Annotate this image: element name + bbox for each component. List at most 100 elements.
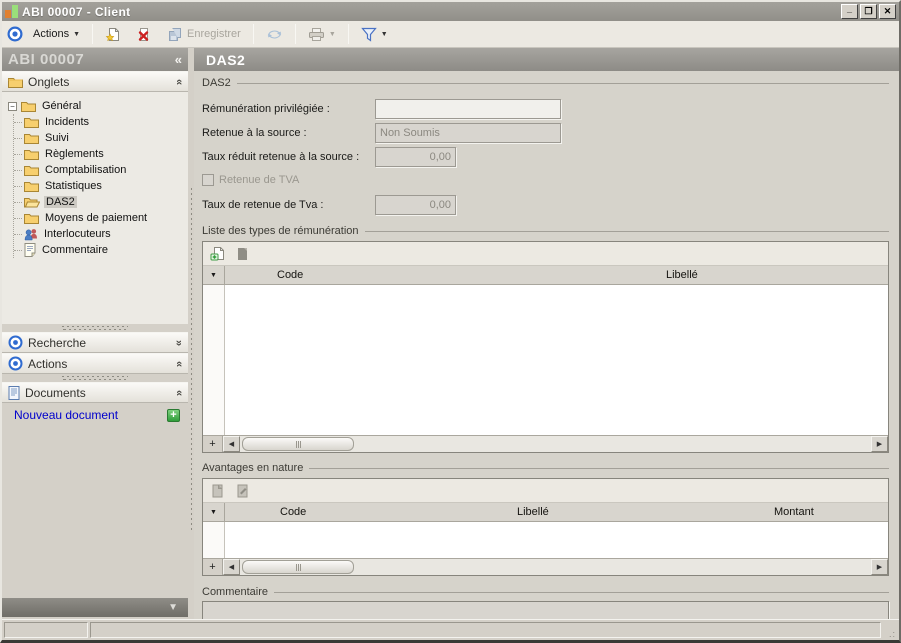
filter-button[interactable]: ▼ [355,24,394,45]
toolbar-separator [295,24,296,44]
refresh-icon [266,27,283,42]
row-selector-header[interactable]: ▼ [203,503,225,521]
scrollbar-track[interactable] [240,559,871,575]
bullseye-icon [8,335,23,350]
grid-header: ▼ Code Libellé Montant [203,503,888,522]
tree-node-general[interactable]: − Général [8,98,186,114]
tabs-tree: − Général Incidents Suivi [2,92,188,324]
tree-node-suivi[interactable]: Suivi [24,130,186,146]
panel-header-recherche[interactable]: Recherche « [2,332,188,353]
main-header: DAS2 [194,48,899,71]
panel-header-onglets[interactable]: Onglets « [2,71,188,92]
grid-body [203,522,888,558]
minimize-button[interactable]: _ [841,4,858,19]
scroll-left-button[interactable]: ◀ [223,436,240,452]
collapse-sidebar-button[interactable]: « [175,52,182,67]
grid-append-button[interactable]: + [203,559,223,575]
sidebar-footer-bar[interactable]: ▼ [2,598,188,617]
group-types-remuneration: Liste des types de rémunération [202,223,889,238]
das2-form: Rémunération privilégiée : Retenue à la … [202,90,889,223]
row-selector-header[interactable]: ▼ [203,266,225,284]
taux-tva-input[interactable] [375,195,456,215]
column-header-montant[interactable]: Montant [748,503,888,521]
tree-node-reglements[interactable]: Règlements [24,146,186,162]
avantages-grid: ▼ Code Libellé Montant + ◀ ▶ [202,478,889,576]
grid-delete-row-button[interactable] [233,245,251,263]
grid-edit-row-button-disabled[interactable] [233,482,251,500]
close-button[interactable]: ✕ [879,4,896,19]
tree-expander-icon[interactable]: − [8,102,17,111]
sidebar-splitter-handle[interactable] [2,374,188,382]
note-icon [24,243,36,257]
add-document-button[interactable]: + [167,409,180,422]
retenue-tva-checkbox[interactable] [202,174,214,186]
tree-node-commentaire[interactable]: Commentaire [24,242,186,258]
people-icon [24,228,38,241]
main-toolbar: Actions ▼ Enregistrer [2,21,899,48]
selector-arrow-icon: ▼ [210,272,217,279]
tree-node-statistiques[interactable]: Statistiques [24,178,186,194]
scrollbar-track[interactable] [240,436,871,452]
title-bar[interactable]: ABI 00007 - Client _ ❐ ✕ [2,2,899,21]
folder-open-icon [24,196,40,208]
group-das2: DAS2 [202,75,889,90]
retenue-source-label: Retenue à la source : [202,127,375,139]
column-header-code[interactable]: Code [225,266,600,284]
tree-node-comptabilisation[interactable]: Comptabilisation [24,162,186,178]
column-header-libelle[interactable]: Libellé [600,266,888,284]
remuneration-input[interactable] [375,99,561,119]
save-button[interactable]: Enregistrer [161,24,247,45]
column-header-code[interactable]: Code [225,503,468,521]
column-header-libelle[interactable]: Libellé [468,503,748,521]
delete-page-icon [136,27,152,42]
tree-node-incidents[interactable]: Incidents [24,114,186,130]
types-remuneration-grid: ▼ Code Libellé + ◀ ▶ [202,241,889,453]
sidebar-header: ABI 00007 « [2,48,188,71]
document-icon [8,386,20,400]
panel-header-documents[interactable]: Documents « [2,382,188,403]
grid-append-button[interactable]: + [203,436,223,452]
chevron-down-icon: ▼ [168,602,178,613]
grid-header: ▼ Code Libellé [203,266,888,285]
refresh-button[interactable] [260,24,289,45]
new-record-button[interactable] [99,24,127,45]
sidebar-filler [2,425,188,598]
scroll-right-button[interactable]: ▶ [871,559,888,575]
folder-icon [21,100,36,112]
scrollbar-thumb[interactable] [242,437,354,451]
page-title: DAS2 [206,52,245,68]
sidebar: ABI 00007 « Onglets « − Général [2,48,188,619]
grid-add-row-button-disabled[interactable] [208,482,226,500]
panel-header-actions[interactable]: Actions « [2,353,188,374]
scroll-right-button[interactable]: ▶ [871,436,888,452]
tree-node-das2[interactable]: DAS2 [24,194,186,210]
tree-node-moyens-de-paiement[interactable]: Moyens de paiement [24,210,186,226]
grid-add-row-button[interactable] [208,245,226,263]
status-panel-left [4,622,88,638]
new-document-link[interactable]: Nouveau document [14,408,167,422]
tree-node-label: Général [40,100,83,112]
bullseye-icon [6,25,24,43]
grid-toolbar [203,479,888,503]
resize-grip[interactable]: .: [883,622,897,638]
delete-record-button[interactable] [130,24,158,45]
actions-menu-button[interactable]: Actions ▼ [27,25,86,43]
retenue-tva-row: Retenue de TVA [202,171,889,189]
window-title: ABI 00007 - Client [22,5,839,19]
folder-icon [24,148,39,160]
scrollbar-thumb[interactable] [242,560,354,574]
panel-label: Onglets [28,75,171,89]
status-panel-main [90,622,881,638]
bullseye-icon [8,356,23,371]
retenue-source-input[interactable] [375,123,561,143]
chevron-up-icon: « [173,360,185,366]
taux-reduit-input[interactable] [375,147,456,167]
toolbar-separator [348,24,349,44]
print-button[interactable]: ▼ [302,24,342,45]
maximize-button[interactable]: ❐ [860,4,877,19]
chevron-up-icon: « [173,389,185,395]
remuneration-label: Rémunération privilégiée : [202,103,375,115]
sidebar-splitter-handle[interactable] [2,324,188,332]
tree-node-interlocuteurs[interactable]: Interlocuteurs [24,226,186,242]
scroll-left-button[interactable]: ◀ [223,559,240,575]
